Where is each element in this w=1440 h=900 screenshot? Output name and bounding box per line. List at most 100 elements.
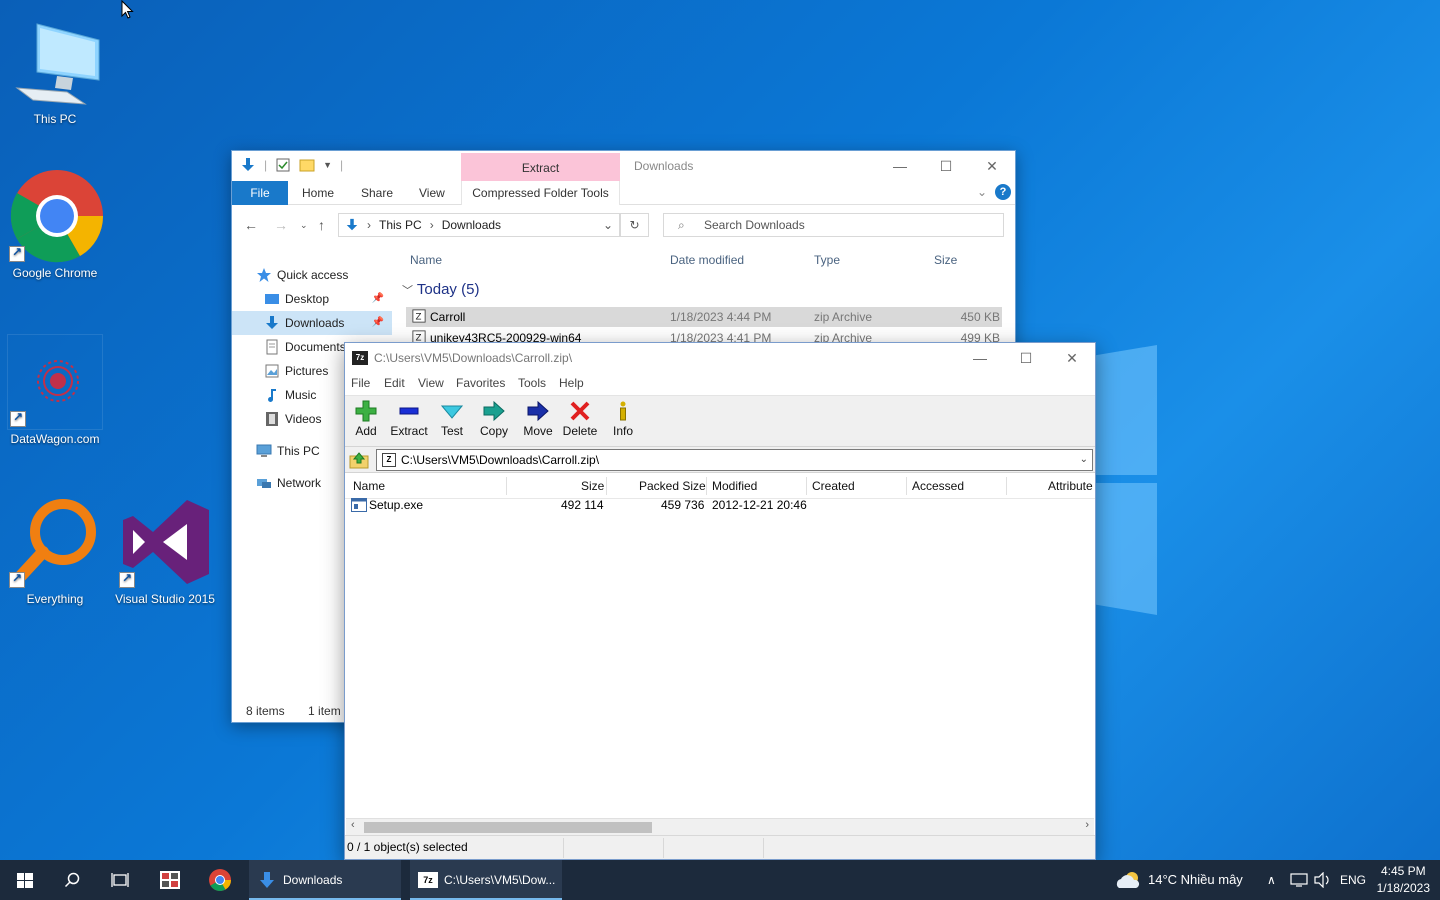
file-list: Name Date modified Type Size ﹀ Today (5)… [400,247,1015,345]
nav-downloads[interactable]: Downloads 📌 [232,311,392,335]
test-button[interactable]: Test [439,400,465,438]
info-button[interactable]: Info [611,400,635,438]
quick-access-dropdown-icon[interactable]: ▼ [323,160,332,170]
file-row[interactable]: Z Carroll 1/18/2023 4:44 PM zip Archive … [406,307,1002,327]
horizontal-scrollbar[interactable]: ‹ › [346,818,1094,835]
sevenzip-titlebar[interactable]: 7z C:\Users\VM5\Downloads\Carroll.zip\ —… [345,343,1095,373]
breadcrumb-this-pc[interactable]: This PC [379,218,422,232]
expand-ribbon-icon[interactable]: ⌄ [977,185,987,199]
column-modified[interactable]: Modified [712,479,757,493]
column-created[interactable]: Created [812,479,855,493]
recent-dropdown-icon[interactable]: ⌄ [300,220,308,231]
address-dropdown-icon[interactable]: ⌄ [603,218,613,232]
desktop-icon-google-chrome[interactable]: Google Chrome [5,168,105,280]
forward-arrow-icon[interactable]: → [274,217,288,233]
chevron-up-icon: ∧ [1267,873,1276,887]
taskbar-app-sevenzip[interactable]: 7z C:\Users\VM5\Dow... [410,860,562,900]
taskbar: Downloads 7z C:\Users\VM5\Dow... 14°C Nh… [0,860,1440,900]
extract-contextual-tab[interactable]: Extract [461,153,620,181]
breadcrumb-downloads[interactable]: Downloads [442,218,501,232]
explorer-titlebar[interactable]: | ▼ | Extract Downloads — ☐ ✕ [232,151,1015,181]
menu-edit[interactable]: Edit [384,376,405,390]
nav-desktop[interactable]: Desktop 📌 [232,287,392,311]
column-size[interactable]: Size [934,253,957,267]
close-button[interactable]: ✕ [969,151,1015,181]
menu-view[interactable]: View [418,376,444,390]
column-date-modified[interactable]: Date modified [670,253,744,267]
column-size[interactable]: Size [581,479,604,493]
new-folder-icon[interactable] [299,157,315,173]
desktop-icon-visual-studio[interactable]: Visual Studio 2015 [115,494,215,606]
column-name[interactable]: Name [353,479,385,493]
network-icon [1290,873,1308,887]
properties-icon[interactable] [275,157,291,173]
table-row[interactable]: Setup.exe 492 114 459 736 2012-12-21 20:… [349,495,1089,515]
shortcut-arrow-icon [119,571,135,588]
task-view-button[interactable] [96,860,144,900]
close-button[interactable]: ✕ [1049,343,1095,373]
toolbar: Add Extract Test Copy Move Delete Info [345,395,1095,447]
extract-button[interactable]: Extract [389,400,429,438]
pin-icon[interactable]: 📌 [372,311,384,335]
desktop-icon-this-pc[interactable]: This PC [5,14,105,126]
language-indicator[interactable]: ENG [1340,860,1366,900]
help-icon[interactable]: ? [995,184,1011,200]
menu-file[interactable]: File [351,376,370,390]
menu-tools[interactable]: Tools [518,376,546,390]
scroll-right-icon[interactable]: › [1085,819,1089,831]
back-arrow-icon[interactable]: ← [244,217,258,233]
maximize-button[interactable]: ☐ [1003,343,1049,373]
path-combobox[interactable]: Z C:\Users\VM5\Downloads\Carroll.zip\ ⌄ [376,449,1093,471]
scrollbar-thumb[interactable] [364,822,652,833]
zip-file-icon: Z [382,453,396,467]
clock[interactable]: 4:45 PM 1/18/2023 [1377,863,1430,897]
delete-button[interactable]: Delete [562,400,598,438]
desktop-icon-label: Everything [26,592,84,606]
tab-file[interactable]: File [232,181,288,205]
add-button[interactable]: Add [353,400,379,438]
start-button[interactable] [0,860,48,900]
folder-up-icon[interactable] [349,451,369,469]
taskbar-pinned-app[interactable] [146,860,194,900]
move-button[interactable]: Move [522,400,554,438]
up-arrow-icon[interactable]: ↑ [318,217,325,233]
pictures-icon [265,364,279,378]
tab-share[interactable]: Share [361,181,393,205]
taskbar-chrome[interactable] [196,860,244,900]
window-title: Downloads [634,159,694,173]
pin-icon[interactable]: 📌 [372,287,384,311]
maximize-button[interactable]: ☐ [923,151,969,181]
column-name[interactable]: Name [410,253,442,267]
scroll-left-icon[interactable]: ‹ [351,819,355,831]
download-arrow-icon [260,872,274,888]
info-icon [620,401,626,421]
column-type[interactable]: Type [814,253,840,267]
cell-packed-size: 459 736 [661,498,705,512]
show-hidden-icons-button[interactable]: ∧ [1267,860,1276,900]
group-header-today[interactable]: ﹀ Today (5) [402,281,479,298]
download-arrow-icon[interactable] [240,157,256,173]
menu-help[interactable]: Help [559,376,584,390]
search-input[interactable]: ⌕ Search Downloads [663,213,1004,237]
tab-view[interactable]: View [419,181,445,205]
column-attributes[interactable]: Attribute [1048,479,1093,493]
taskbar-app-downloads[interactable]: Downloads [249,860,401,900]
tab-home[interactable]: Home [302,181,334,205]
desktop-icon-everything[interactable]: Everything [5,494,105,606]
minimize-button[interactable]: — [877,151,923,181]
menu-bar: File Edit View Favorites Tools Help [345,373,1095,395]
column-accessed[interactable]: Accessed [912,479,964,493]
nav-quick-access[interactable]: Quick access [232,263,392,287]
desktop-icon-label: Google Chrome [12,266,98,280]
minimize-button[interactable]: — [957,343,1003,373]
menu-favorites[interactable]: Favorites [456,376,505,390]
column-packed-size[interactable]: Packed Size [639,479,706,493]
address-bar[interactable]: › This PC › Downloads ⌄ [338,213,620,237]
refresh-button[interactable]: ↻ [620,213,649,237]
chevron-down-icon[interactable]: ⌄ [1080,450,1088,470]
tab-compressed-folder-tools[interactable]: Compressed Folder Tools [461,181,620,205]
sevenzip-window[interactable]: 7z C:\Users\VM5\Downloads\Carroll.zip\ —… [344,342,1096,860]
search-button[interactable] [48,860,96,900]
copy-button[interactable]: Copy [479,400,509,438]
desktop-icon-datawagon[interactable]: DataWagon.com [5,334,105,446]
